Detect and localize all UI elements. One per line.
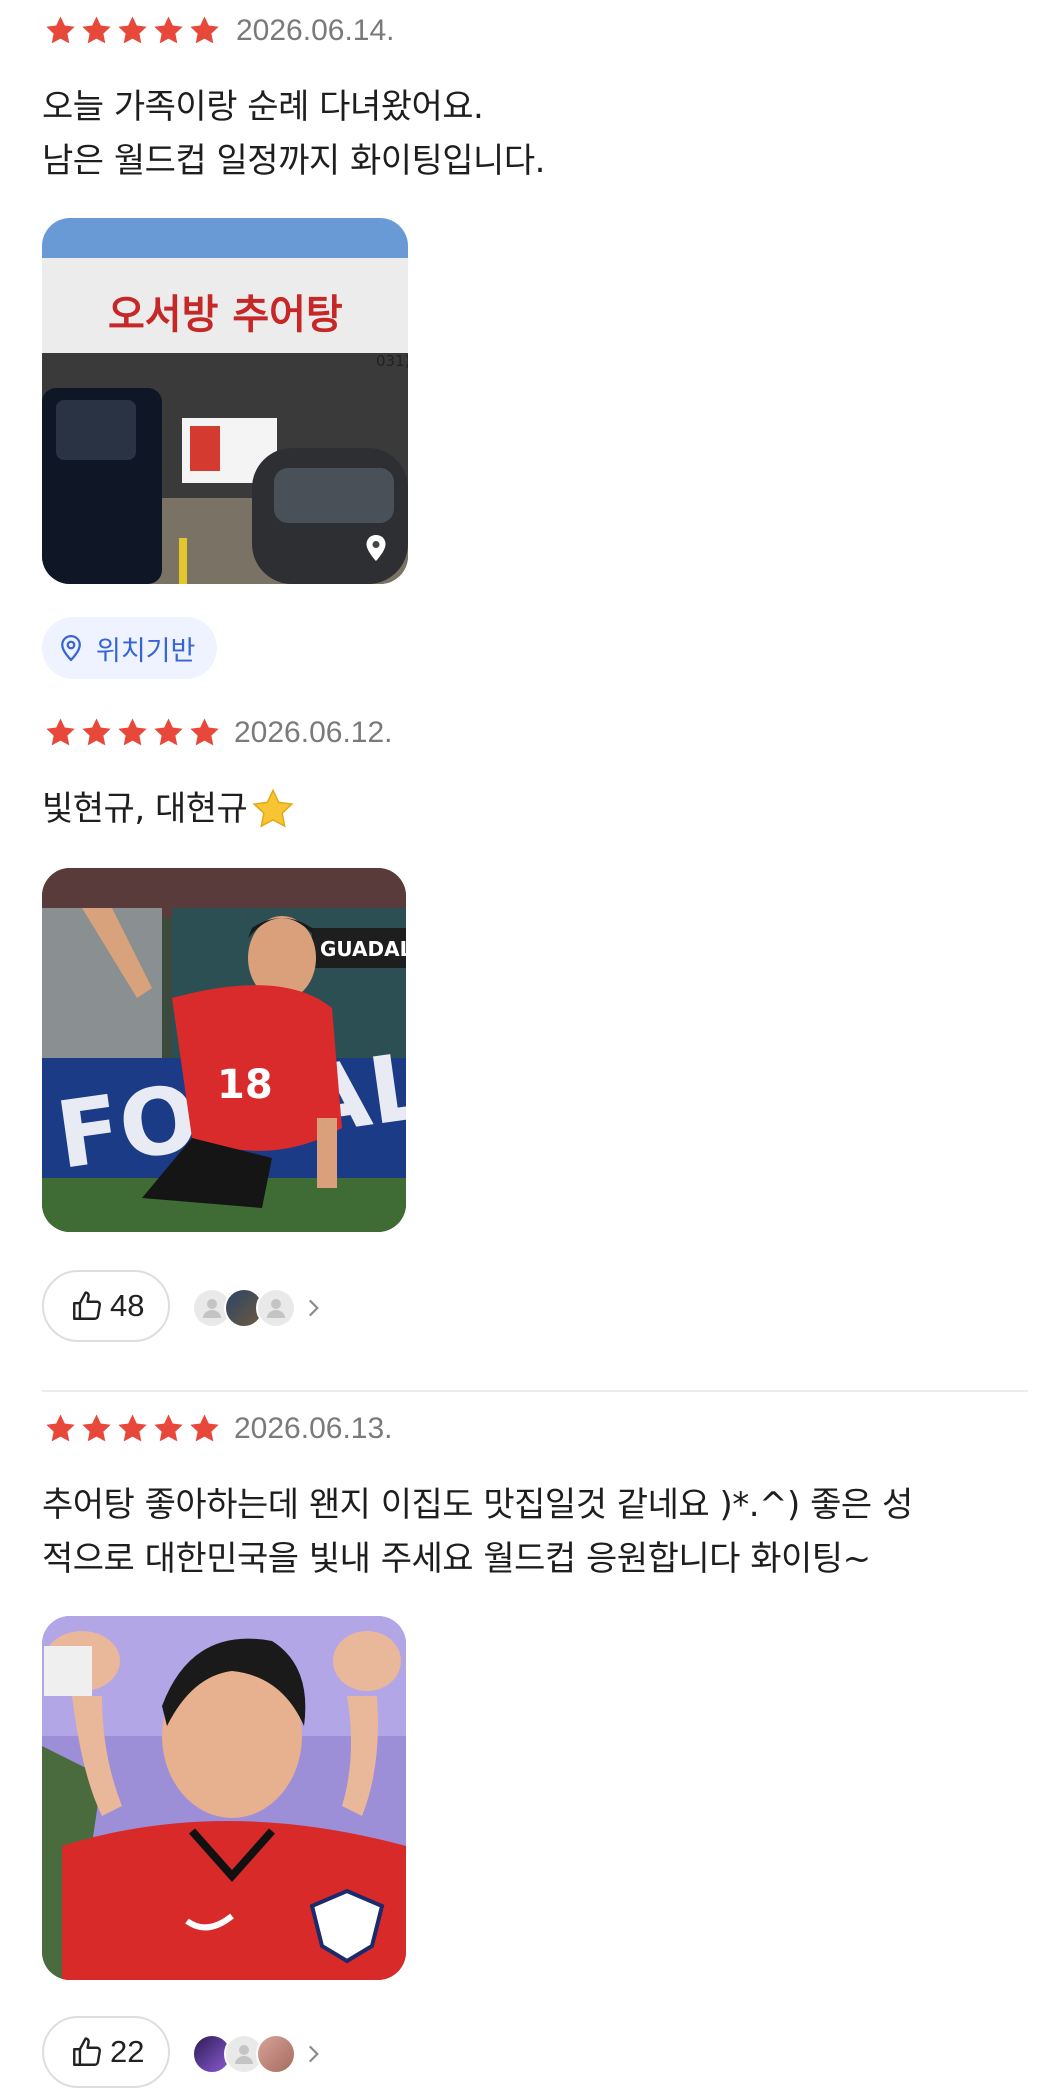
star-icon xyxy=(116,716,149,749)
star-icon xyxy=(44,716,77,749)
sign-phone: 031)5 xyxy=(376,352,408,370)
jersey-number: 18 xyxy=(217,1062,273,1108)
review-date: 2026.06.12. xyxy=(234,716,393,749)
like-count: 22 xyxy=(110,2034,145,2069)
reactor-avatars[interactable] xyxy=(192,2034,326,2074)
star-icon xyxy=(152,14,185,47)
sign-text: 오서방 추어탕 xyxy=(108,292,343,338)
chevron-right-icon[interactable] xyxy=(300,2041,326,2067)
review-photo[interactable] xyxy=(42,1616,406,1980)
location-tag-label: 위치기반 xyxy=(96,635,196,667)
star-icon xyxy=(80,14,113,47)
rating-stars xyxy=(44,14,221,47)
review-text: 오늘 가족이랑 순례 다녀왔어요. 남은 월드컵 일정까지 화이팅입니다. xyxy=(42,87,545,181)
thumbs-up-icon xyxy=(70,1289,104,1323)
star-icon xyxy=(152,1412,185,1445)
star-icon xyxy=(44,14,77,47)
star-icon xyxy=(44,1412,77,1445)
avatar xyxy=(256,2034,296,2074)
review-photo[interactable]: GUADALA FOR ALL U 18 xyxy=(42,868,406,1232)
review-date: 2026.06.14. xyxy=(236,14,395,47)
like-count: 48 xyxy=(110,1288,145,1323)
rating-stars xyxy=(44,716,221,749)
chevron-right-icon[interactable] xyxy=(300,1295,326,1321)
review-text: 빛현규, 대현규 xyxy=(42,789,248,829)
star-emoji-icon xyxy=(252,788,294,828)
review-text: 추어탕 좋아하는데 왠지 이집도 맛집일것 같네요 )*.^) 좋은 성 적으로… xyxy=(42,1485,913,1579)
star-icon xyxy=(188,1412,221,1445)
like-button[interactable]: 22 xyxy=(42,2016,171,2088)
rating-stars xyxy=(44,1412,221,1445)
review-text-row: 빛현규, 대현규 xyxy=(42,782,295,836)
map-pin-icon[interactable] xyxy=(364,534,388,562)
star-icon xyxy=(152,716,185,749)
default-avatar-icon xyxy=(256,1288,296,1328)
review-photo[interactable]: 오서방 추어탕 031)5 xyxy=(42,218,408,584)
star-icon xyxy=(116,14,149,47)
star-icon xyxy=(80,716,113,749)
star-icon xyxy=(80,1412,113,1445)
star-icon xyxy=(188,716,221,749)
review-divider xyxy=(42,1390,1028,1392)
thumbs-up-icon xyxy=(70,2035,104,2069)
reactor-avatars[interactable] xyxy=(192,1288,326,1328)
star-icon xyxy=(116,1412,149,1445)
banner-text: GUADALA xyxy=(320,937,406,961)
like-button[interactable]: 48 xyxy=(42,1270,171,1342)
location-tag-chip[interactable]: 위치기반 xyxy=(42,617,218,679)
review-date: 2026.06.13. xyxy=(234,1412,393,1445)
star-icon xyxy=(188,14,221,47)
location-pin-icon xyxy=(61,634,81,662)
